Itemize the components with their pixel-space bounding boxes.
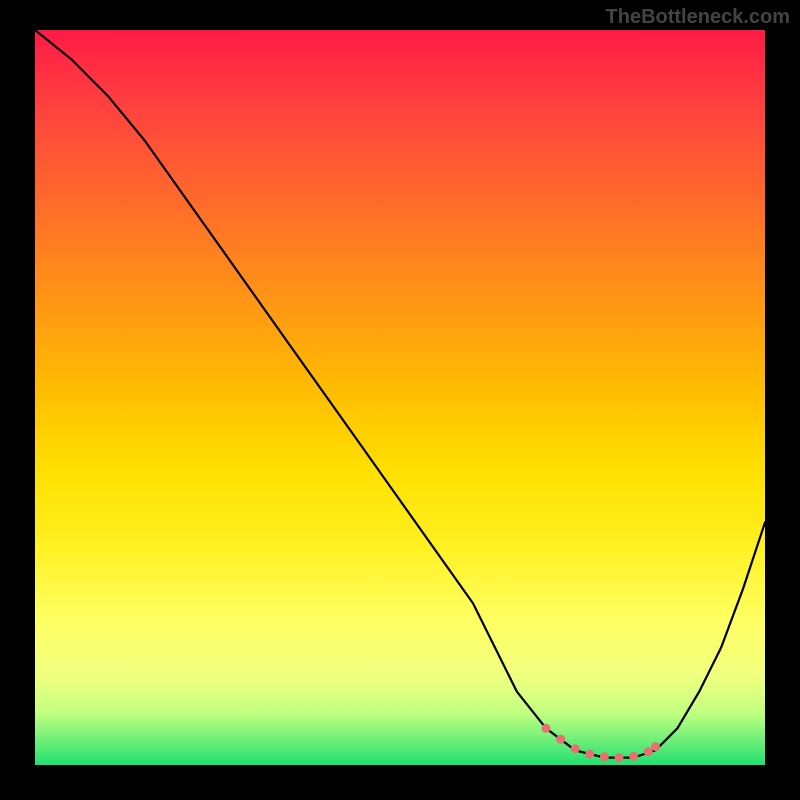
marker-dot: [600, 752, 609, 761]
bottleneck-curve-line: [35, 30, 765, 758]
marker-dot: [585, 750, 594, 759]
marker-dot: [571, 744, 580, 753]
marker-dot: [651, 742, 660, 751]
marker-dot: [615, 753, 624, 762]
marker-dot: [556, 735, 565, 744]
watermark-text: TheBottleneck.com: [606, 6, 790, 29]
chart-plot-area: [35, 30, 765, 765]
marker-dot: [542, 724, 551, 733]
chart-svg: [35, 30, 765, 765]
marker-dot: [644, 747, 653, 756]
optimal-range-markers: [542, 724, 661, 762]
marker-dot: [629, 752, 638, 761]
